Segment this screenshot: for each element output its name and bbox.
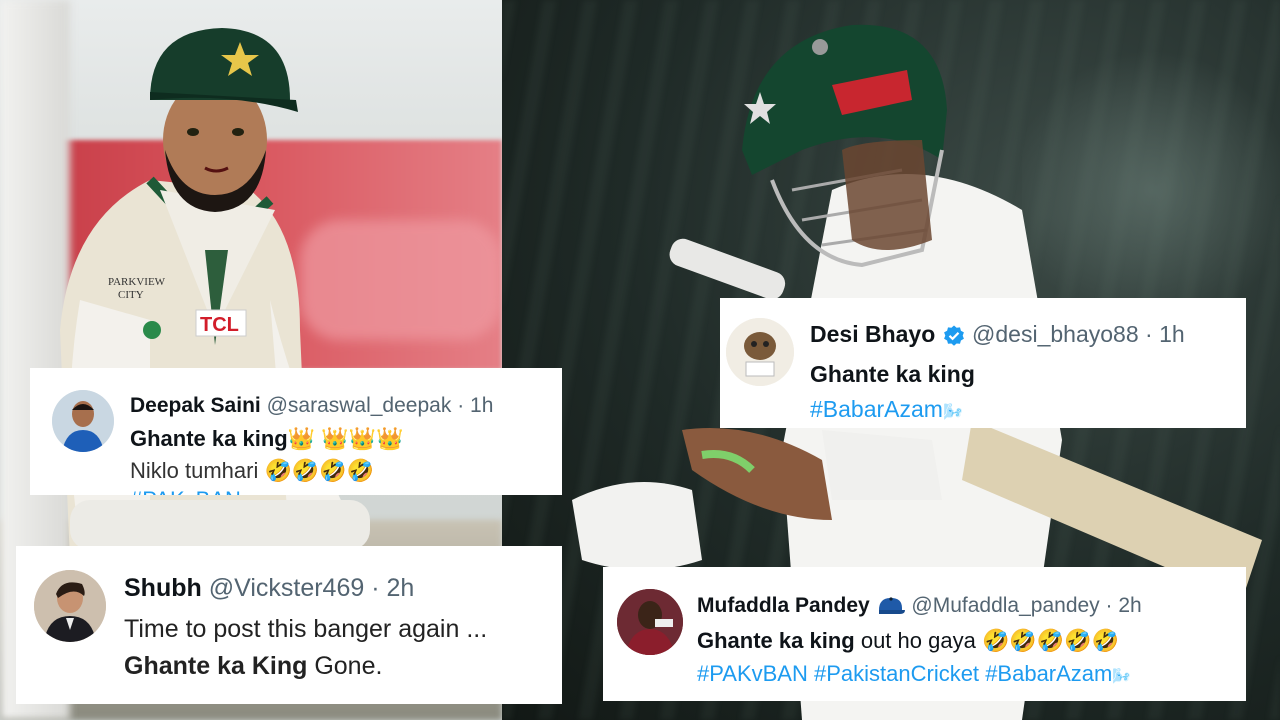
avatar[interactable]	[726, 318, 794, 386]
separator-dot: ·	[1145, 321, 1153, 347]
separator-dot: ·	[1105, 594, 1113, 617]
author-name[interactable]: Desi Bhayo	[810, 321, 935, 347]
tweet-text-line2: Gone.	[307, 652, 383, 680]
hashtag-link[interactable]: #BabarAzam	[810, 396, 943, 422]
author-handle[interactable]: @Vickster469	[209, 574, 365, 602]
cap-icon	[878, 597, 905, 615]
author-handle[interactable]: @saraswal_deepak	[267, 394, 452, 417]
tweet-text-line1: out ho gaya	[854, 628, 982, 653]
avatar[interactable]	[52, 390, 114, 452]
wind-emoji-icon: 🌬️	[1112, 668, 1132, 685]
svg-text:CITY: CITY	[118, 289, 144, 301]
timestamp[interactable]: 1h	[1159, 321, 1185, 347]
tweet-text-line1: Ghante ka king	[130, 426, 288, 451]
svg-text:TCL: TCL	[200, 314, 239, 336]
tweet-card-deepak[interactable]: Deepak Saini @saraswal_deepak · 1h Ghant…	[30, 368, 562, 495]
tweet-card-shubh[interactable]: Shubh @Vickster469 · 2h Time to post thi…	[16, 546, 562, 704]
hashtag-link-pakvban[interactable]: #PAKvBAN	[697, 661, 808, 686]
tweet-text-line2: Niklo tumhari	[130, 458, 259, 483]
tweet-card-desi-bhayo[interactable]: Desi Bhayo @desi_bhayo88 · 1h Ghante ka …	[720, 298, 1246, 428]
tweet-text-line1: Ghante ka king	[810, 361, 975, 387]
author-name[interactable]: Shubh	[124, 574, 202, 602]
author-handle[interactable]: @Mufaddla_pandey	[911, 594, 1099, 617]
timestamp[interactable]: 2h	[1118, 594, 1141, 617]
tweet-text-bold: Ghante ka king	[697, 628, 855, 653]
separator-dot: ·	[457, 394, 465, 417]
timestamp[interactable]: 2h	[387, 574, 415, 602]
separator-dot: ·	[371, 574, 380, 602]
laughing-emoji-icon: 🤣🤣🤣🤣	[264, 458, 375, 483]
crown-emoji-icon: 👑 👑👑👑	[287, 426, 404, 451]
author-handle[interactable]: @desi_bhayo88	[972, 321, 1139, 347]
author-name[interactable]: Mufaddla Pandey	[697, 594, 870, 617]
avatar[interactable]	[34, 570, 106, 642]
hashtag-link-babarazam[interactable]: #BabarAzam	[985, 661, 1112, 686]
verified-badge-icon	[943, 325, 964, 346]
laughing-emoji-icon: 🤣🤣🤣🤣🤣	[981, 628, 1119, 653]
timestamp[interactable]: 1h	[470, 394, 493, 417]
tweet-card-mufaddla[interactable]: Mufaddla Pandey @Mufaddla_pandey · 2h Gh…	[603, 567, 1246, 701]
hashtag-link-pakistancricket[interactable]: #PakistanCricket	[814, 661, 979, 686]
hashtag-link[interactable]: #PAKvBAN	[130, 487, 241, 495]
tweet-text-line1: Time to post this banger again ...	[124, 615, 488, 643]
tweet-text-bold: Ghante ka King	[124, 652, 308, 680]
author-name[interactable]: Deepak Saini	[130, 394, 261, 417]
wind-emoji-icon: 🌬️	[942, 404, 963, 421]
svg-text:PARKVIEW: PARKVIEW	[108, 276, 166, 288]
avatar[interactable]	[617, 589, 683, 655]
